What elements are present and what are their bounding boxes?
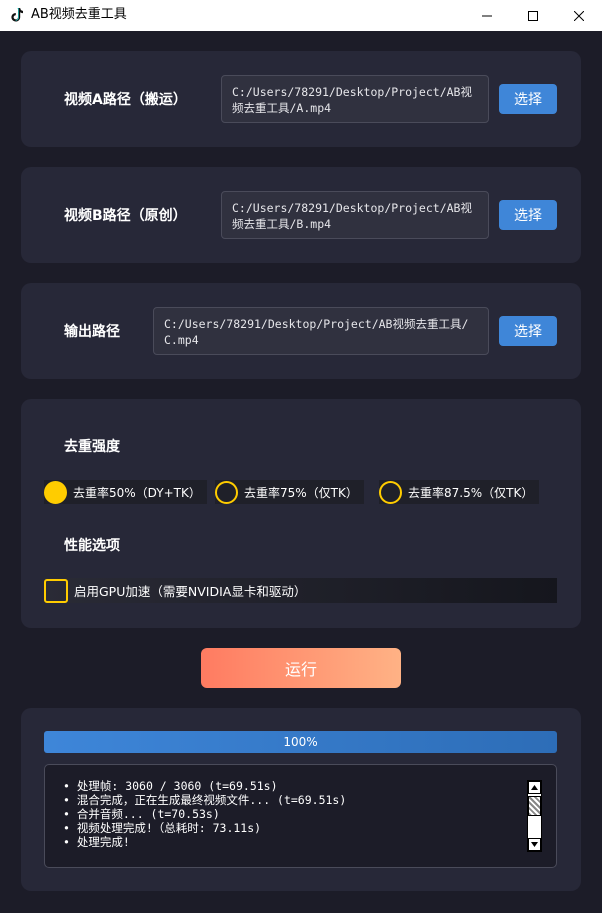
status-panel: 100% • 处理帧: 3060 / 3060 (t=69.51s) • 混合完… xyxy=(21,708,581,891)
title-bar: AB视频去重工具 xyxy=(0,0,602,31)
log-line: • 混合完成，正在生成最终视频文件... (t=69.51s) xyxy=(63,793,347,807)
output-panel: 输出路径 C:/Users/78291/Desktop/Project/AB视频… xyxy=(21,283,581,379)
options-panel: 去重强度 去重率50%（DY+TK） 去重率75%（仅TK） 去重率87.5%（… xyxy=(21,399,581,628)
checkbox-icon xyxy=(44,578,68,603)
progress-bar: 100% xyxy=(44,731,557,753)
minimize-icon xyxy=(482,15,492,16)
video-a-path-field[interactable]: C:/Users/78291/Desktop/Project/AB视频去重工具/… xyxy=(221,75,489,123)
strength-option-label: 去重率50%（DY+TK） xyxy=(73,485,201,500)
minimize-button[interactable] xyxy=(464,0,510,31)
video-a-select-button[interactable]: 选择 xyxy=(499,84,557,114)
log-scrollbar[interactable] xyxy=(527,780,542,852)
radio-unselected-icon xyxy=(379,480,402,504)
video-b-panel: 视频B路径（原创） C:/Users/78291/Desktop/Project… xyxy=(21,167,581,263)
video-b-path-field[interactable]: C:/Users/78291/Desktop/Project/AB视频去重工具/… xyxy=(221,191,489,239)
video-a-label: 视频A路径（搬运） xyxy=(64,92,187,108)
output-label: 输出路径 xyxy=(64,324,120,340)
perf-title: 性能选项 xyxy=(64,538,120,554)
maximize-icon xyxy=(528,10,538,21)
close-button[interactable] xyxy=(556,0,602,31)
window-title: AB视频去重工具 xyxy=(31,7,127,22)
scroll-down-button[interactable] xyxy=(528,838,541,851)
scroll-thumb[interactable] xyxy=(528,796,541,816)
video-b-label: 视频B路径（原创） xyxy=(64,208,187,224)
maximize-button[interactable] xyxy=(510,0,556,31)
gpu-checkbox[interactable]: 启用GPU加速（需要NVIDIA显卡和驱动） xyxy=(44,578,557,603)
strength-option-label: 去重率87.5%（仅TK） xyxy=(408,485,534,500)
log-line: • 合并音频... (t=70.53s) xyxy=(63,807,220,821)
log-line: • 处理完成! xyxy=(63,835,130,849)
strength-option-label: 去重率75%（仅TK） xyxy=(244,485,358,500)
chevron-up-icon xyxy=(531,785,538,790)
radio-unselected-icon xyxy=(215,480,238,504)
scroll-up-button[interactable] xyxy=(528,781,541,794)
strength-title: 去重强度 xyxy=(64,439,120,455)
close-icon xyxy=(574,10,584,21)
run-button[interactable]: 运行 xyxy=(201,648,401,688)
chevron-down-icon xyxy=(531,842,538,847)
tiktok-icon xyxy=(11,8,23,22)
video-b-select-button[interactable]: 选择 xyxy=(499,200,557,230)
log-line: • 视频处理完成!（总耗时: 73.11s) xyxy=(63,821,262,835)
log-line: • 处理帧: 3060 / 3060 (t=69.51s) xyxy=(63,779,278,793)
radio-selected-icon xyxy=(44,480,67,504)
video-a-panel: 视频A路径（搬运） C:/Users/78291/Desktop/Project… xyxy=(21,51,581,147)
strength-option-50[interactable]: 去重率50%（DY+TK） xyxy=(44,480,207,504)
output-path-field[interactable]: C:/Users/78291/Desktop/Project/AB视频去重工具/… xyxy=(153,307,489,355)
log-area[interactable]: • 处理帧: 3060 / 3060 (t=69.51s) • 混合完成，正在生… xyxy=(44,764,557,868)
gpu-label: 启用GPU加速（需要NVIDIA显卡和驱动） xyxy=(74,584,307,599)
output-select-button[interactable]: 选择 xyxy=(499,316,557,346)
progress-label: 100% xyxy=(283,735,318,749)
strength-option-87[interactable]: 去重率87.5%（仅TK） xyxy=(379,480,540,504)
strength-option-75[interactable]: 去重率75%（仅TK） xyxy=(215,480,364,504)
